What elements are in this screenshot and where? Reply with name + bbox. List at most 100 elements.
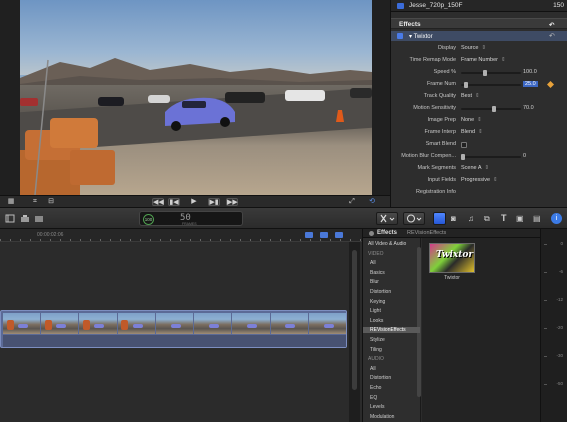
timeline-scrollbar[interactable] <box>349 242 360 422</box>
background-task-indicator[interactable]: 100 <box>143 214 154 225</box>
step-forward-icon[interactable]: ▶▮ <box>208 198 220 206</box>
twixtor-effect-header[interactable]: ▾ Twixtor ↶ <box>391 31 567 41</box>
category-item[interactable]: Levels <box>370 404 384 410</box>
category-item[interactable]: Stylize <box>370 337 385 343</box>
category-item[interactable]: All Video & Audio <box>368 241 406 247</box>
category-item[interactable]: Modulation <box>370 414 394 420</box>
category-item[interactable]: Distortion <box>370 289 391 295</box>
smart-blend-checkbox[interactable] <box>461 142 467 148</box>
param-popup-menu[interactable]: Scene A ⇕ <box>461 165 489 171</box>
param-row: Frame Num 25.0 <box>391 80 567 90</box>
category-item[interactable]: Distortion <box>370 375 391 381</box>
slider-knob[interactable] <box>492 106 496 112</box>
category-item[interactable]: Echo <box>370 385 381 391</box>
param-value: None <box>461 117 475 123</box>
titles-browser-icon[interactable]: T <box>501 214 511 223</box>
clip-name: Jesse_720p_150F <box>409 2 463 9</box>
category-item[interactable]: EQ <box>370 395 377 401</box>
category-item[interactable]: Blur <box>370 279 379 285</box>
param-slider[interactable] <box>461 154 521 160</box>
skimming-icon[interactable] <box>305 232 313 238</box>
crop-icon[interactable]: ⊟ <box>46 198 56 206</box>
effects-browser: Effects REVisionEffects All Video & Audi… <box>362 229 541 422</box>
param-row: Motion Blur Compen... 0 <box>391 152 567 162</box>
param-slider[interactable] <box>461 106 521 112</box>
param-row: Registration Info <box>391 188 567 198</box>
category-item[interactable]: REVisionEffects <box>363 327 420 334</box>
music-browser-icon[interactable]: ♫ <box>468 214 478 223</box>
connect-clip-icon[interactable] <box>20 214 30 223</box>
insert-clip-icon[interactable] <box>34 214 44 223</box>
category-item[interactable]: All <box>370 260 376 266</box>
keyframe-icon[interactable] <box>547 81 554 88</box>
reset-effect-icon[interactable]: ↶ <box>549 32 555 40</box>
transform-icon[interactable]: ⌗ <box>30 198 40 206</box>
effect-title: ▾ Twixtor <box>409 34 433 40</box>
param-popup-menu[interactable]: Source ⇕ <box>461 45 486 51</box>
param-popup-menu[interactable]: None ⇕ <box>461 117 482 123</box>
effects-section-title: Effects <box>399 21 421 28</box>
themes-browser-icon[interactable]: ▤ <box>533 214 543 223</box>
param-popup-menu[interactable]: Progressive ⇕ <box>461 177 498 183</box>
slider-knob[interactable] <box>461 154 465 160</box>
effects-browser-category: REVisionEffects <box>407 230 447 236</box>
popup-arrows-icon: ⇕ <box>500 57 506 63</box>
param-label: Time Remap Mode <box>409 57 456 63</box>
meter-tick-mark <box>544 244 547 245</box>
param-slider[interactable] <box>461 70 521 76</box>
effect-enable-checkbox[interactable] <box>397 33 403 39</box>
timeline-tracks[interactable] <box>0 242 348 422</box>
timeline-ruler[interactable]: 00:00:02:06 <box>0 229 362 242</box>
param-value-field[interactable]: 70.0 <box>523 105 534 111</box>
video-preview-frame[interactable] <box>20 0 372 195</box>
audio-skimming-icon[interactable] <box>320 232 328 238</box>
inspector-clip-header: Jesse_720p_150F 150 <box>391 0 567 12</box>
category-item[interactable]: Light <box>370 308 381 314</box>
fullscreen-icon[interactable]: ⤢ <box>346 198 358 206</box>
category-scrollbar[interactable] <box>417 247 421 397</box>
effects-section-header[interactable]: Effects ↶ <box>391 18 567 29</box>
rewind-icon[interactable]: ◀◀ <box>152 198 164 206</box>
clip-thumbnail <box>194 313 232 334</box>
loop-icon[interactable]: ⟲ <box>366 198 378 206</box>
step-back-icon[interactable]: ▮◀ <box>168 198 180 206</box>
slider-knob[interactable] <box>483 70 487 76</box>
transitions-browser-icon[interactable]: ⧉ <box>484 214 494 223</box>
param-value-field[interactable]: 100.0 <box>523 69 537 75</box>
param-row: Time Remap Mode Frame Number ⇕ <box>391 56 567 66</box>
timeline-index-icon[interactable] <box>5 214 15 223</box>
category-item[interactable]: All <box>370 366 376 372</box>
param-popup-menu[interactable]: Best ⇕ <box>461 93 480 99</box>
category-item[interactable]: Tiling <box>370 347 382 353</box>
fast-forward-icon[interactable]: ▶▶ <box>226 198 238 206</box>
param-row: Motion Sensitivity 70.0 <box>391 104 567 114</box>
param-popup-menu[interactable]: Frame Number ⇕ <box>461 57 506 63</box>
slider-knob[interactable] <box>464 82 468 88</box>
category-item[interactable]: Looks <box>370 318 383 324</box>
play-button[interactable]: ▶ <box>188 198 200 206</box>
param-row: Smart Blend <box>391 140 567 150</box>
clip-thumbnail <box>270 313 308 334</box>
photo-browser-icon[interactable]: ◙ <box>451 214 461 223</box>
category-item[interactable]: Keying <box>370 299 385 305</box>
param-row: Input Fields Progressive ⇕ <box>391 176 567 186</box>
param-label: Mark Segments <box>417 165 456 171</box>
param-value-field[interactable]: 0 <box>523 153 526 159</box>
view-options-icon[interactable]: ▦ <box>6 198 16 206</box>
inspector-toggle-icon[interactable]: i <box>551 213 562 224</box>
tool-selector-button[interactable] <box>376 212 398 225</box>
solo-icon[interactable] <box>335 232 343 238</box>
param-slider[interactable] <box>461 82 521 88</box>
param-value-field[interactable]: 25.0 <box>523 81 538 87</box>
meter-tick-label: -6 <box>558 269 563 274</box>
category-item[interactable]: Basics <box>370 270 385 276</box>
effects-disclosure-icon[interactable] <box>369 231 374 236</box>
retime-menu-button[interactable] <box>403 212 425 225</box>
twixtor-effect-thumbnail[interactable]: Twixtor <box>429 243 475 273</box>
timeline-video-clip[interactable] <box>0 310 347 348</box>
effects-browser-icon[interactable] <box>433 212 446 225</box>
param-popup-menu[interactable]: Blend ⇕ <box>461 129 483 135</box>
generators-browser-icon[interactable]: ▣ <box>516 214 526 223</box>
param-label: Motion Sensitivity <box>413 105 456 111</box>
reset-effects-icon[interactable]: ↶ <box>549 21 554 29</box>
